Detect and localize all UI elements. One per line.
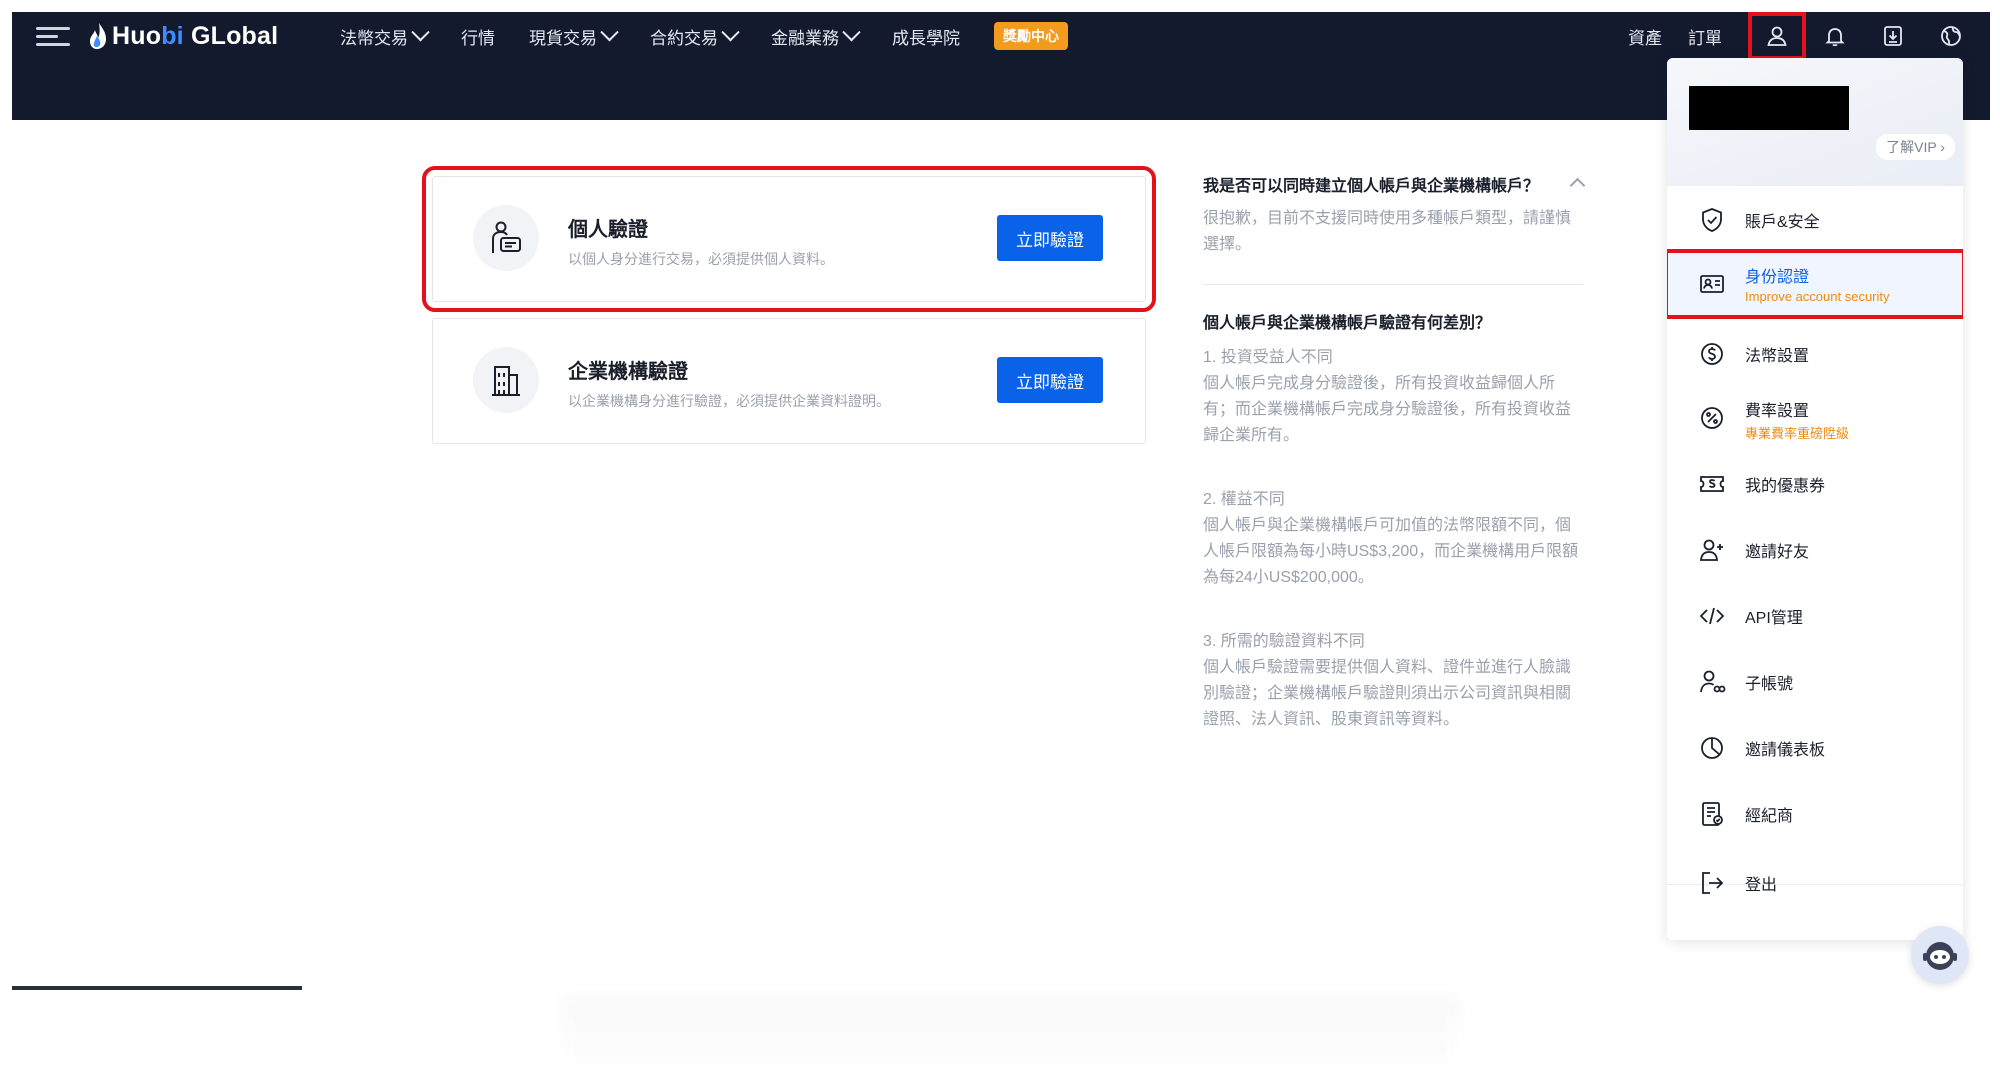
nav-assets[interactable]: 資產 [1628,24,1662,49]
faq-subtitle: 3. 所需的驗證資料不同 [1203,633,1365,650]
nav-finance[interactable]: 金融業務 [771,22,861,49]
menu-item-identity-verification[interactable]: 身份認證 Improve account security [1667,249,1963,319]
personal-verification-card: 個人驗證 以個人身分進行交易，必須提供個人資料。 立即驗證 [422,166,1156,312]
dollar-circle-icon [1697,339,1727,369]
redacted-username [1689,86,1849,130]
pie-chart-icon [1697,733,1727,763]
chevron-down-icon [411,22,430,41]
rewards-center-badge[interactable]: 獎勵中心 [994,22,1068,50]
card-title: 個人驗證 [568,219,648,241]
building-icon [473,347,539,413]
faq-answer-block: 1. 投資受益人不同 個人帳戶完成身分驗證後，所有投資收益歸個人所有；而企業機構… [1203,345,1583,449]
nav-markets[interactable]: 行情 [461,24,495,49]
coupon-icon [1697,469,1727,499]
person-id-icon [473,205,539,271]
menu-item-my-coupons[interactable]: 我的優惠券 [1667,456,1963,512]
nav-fiat-trading[interactable]: 法幣交易 [340,22,430,49]
verify-now-button[interactable]: 立即驗證 [997,357,1103,403]
faq-question[interactable]: 我是否可以同時建立個人帳戶與企業機構帳戶？ [1203,176,1586,198]
faq-panel: 我是否可以同時建立個人帳戶與企業機構帳戶？ 很抱歉，目前不支援同時使用多種帳戶類… [1203,176,1586,771]
chevron-down-icon [600,22,619,41]
menu-item-invite-dashboard[interactable]: 邀請儀表板 [1667,720,1963,776]
menu-item-broker[interactable]: 經紀商 [1667,786,1963,842]
sub-account-icon [1697,667,1727,697]
menu-item-account-security[interactable]: 賬戶&安全 [1667,192,1963,248]
card-description: 以企業機構身分進行驗證，必須提供企業資料證明。 [568,393,890,409]
top-navigation-bar: Huobi GLobal 法幣交易 行情 現貨交易 合約交易 金融業務 成長學院… [12,12,1990,60]
download-icon[interactable] [1864,12,1922,60]
menu-item-api-management[interactable]: API管理 [1667,588,1963,644]
blurred-footer [560,996,1460,1076]
menu-item-fiat-settings[interactable]: 法幣設置 [1667,326,1963,382]
scroll-indicator [12,986,302,990]
faq-subtitle: 2. 權益不同 [1203,491,1285,508]
divider [1203,284,1583,285]
id-card-icon [1697,269,1727,299]
chevron-up-icon[interactable] [1569,177,1586,194]
chevron-down-icon [721,22,740,41]
right-nav: 資產 訂單 [1628,12,1980,60]
broker-icon [1697,799,1727,829]
user-info-header: 了解VIP › [1667,58,1963,186]
globe-icon[interactable] [1922,12,1980,60]
verify-now-button[interactable]: 立即驗證 [997,215,1103,261]
faq-answer-block: 3. 所需的驗證資料不同 個人帳戶驗證需要提供個人資料、證件並進行人臉識別驗證；… [1203,629,1583,733]
logo-text: Huobi GLobal [112,21,279,50]
menu-item-fee-settings[interactable]: 費率設置 專業費率重磅陞級 [1667,386,1963,450]
user-icon[interactable] [1748,12,1806,60]
card-description: 以個人身分進行交易，必須提供個人資料。 [568,251,834,267]
nav-academy[interactable]: 成長學院 [892,24,960,49]
shield-check-icon [1697,205,1727,235]
enterprise-verification-card: 企業機構驗證 以企業機構身分進行驗證，必須提供企業資料證明。 立即驗證 [432,318,1146,444]
user-dropdown-menu: 了解VIP › 賬戶&安全 身份認證 Improve account secur… [1667,58,1963,940]
faq-text: 個人帳戶驗證需要提供個人資料、證件並進行人臉識別驗證；企業機構帳戶驗證則須出示公… [1203,659,1572,728]
faq-answer: 很抱歉，目前不支援同時使用多種帳戶類型，請謹慎選擇。 [1203,210,1572,253]
bell-icon[interactable] [1806,12,1864,60]
card-title: 企業機構驗證 [568,361,688,383]
nav-spot-trading[interactable]: 現貨交易 [529,22,619,49]
learn-vip-link[interactable]: 了解VIP › [1876,134,1955,160]
main-nav: 法幣交易 行情 現貨交易 合約交易 金融業務 成長學院 獎勵中心 [340,12,1068,60]
user-plus-icon [1697,535,1727,565]
code-icon [1697,601,1727,631]
faq-subtitle: 1. 投資受益人不同 [1203,349,1333,366]
menu-icon[interactable] [36,24,70,48]
menu-item-sub-account[interactable]: 子帳號 [1667,654,1963,710]
menu-item-logout[interactable]: 登出 [1667,855,1963,911]
flame-icon [90,23,106,49]
logout-icon [1697,868,1727,898]
huobi-logo[interactable]: Huobi GLobal [88,20,278,52]
chat-bot-icon[interactable] [1911,926,1969,984]
faq-text: 個人帳戶與企業機構帳戶可加值的法幣限額不同，個人帳戶限額為每小時US$3,200… [1203,517,1579,586]
faq-question[interactable]: 個人帳戶與企業機構帳戶驗證有何差別？ [1203,313,1583,335]
menu-item-invite-friends[interactable]: 邀請好友 [1667,522,1963,578]
faq-answer-block: 2. 權益不同 個人帳戶與企業機構帳戶可加值的法幣限額不同，個人帳戶限額為每小時… [1203,487,1583,591]
nav-derivatives[interactable]: 合約交易 [650,22,740,49]
chevron-down-icon [842,22,861,41]
faq-text: 個人帳戶完成身分驗證後，所有投資收益歸個人所有；而企業機構帳戶完成身分驗證後，所… [1203,375,1572,444]
nav-orders[interactable]: 訂單 [1688,24,1722,49]
percent-icon [1697,403,1727,433]
